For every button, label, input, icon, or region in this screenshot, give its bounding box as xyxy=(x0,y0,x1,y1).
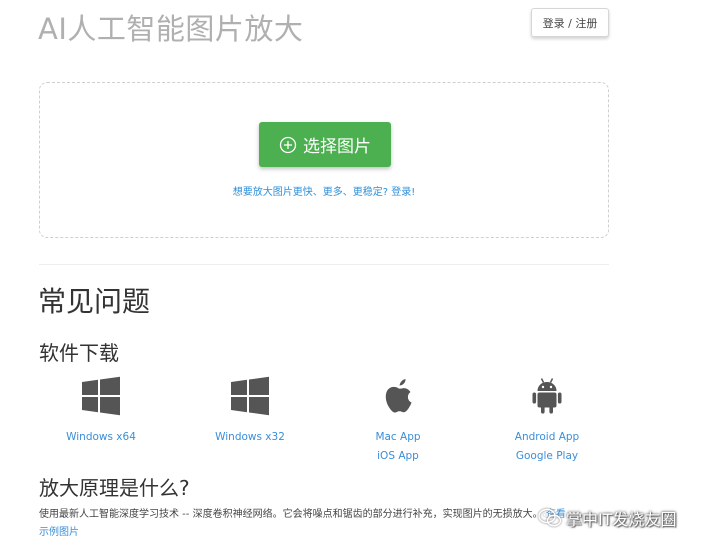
apple-icon[interactable] xyxy=(338,376,458,416)
example-images-link[interactable]: 示例图片 xyxy=(39,527,79,538)
login-register-button[interactable]: 登录 / 注册 xyxy=(531,8,609,37)
windows-icon[interactable] xyxy=(190,376,310,416)
android-icon[interactable] xyxy=(487,376,607,416)
principle-heading: 放大原理是什么? xyxy=(39,476,190,500)
windows-icon[interactable] xyxy=(41,376,161,416)
watermark-text: 掌中IT发烧友圈 xyxy=(566,510,677,529)
select-image-button[interactable]: 选择图片 xyxy=(259,122,391,167)
principle-text: 使用最新人工智能深度学习技术 -- 深度卷积神经网络。它会将噪点和锯齿的部分进行… xyxy=(39,509,543,520)
login-hint-link[interactable]: 想要放大图片更快、更多、更稳定? 登录! xyxy=(40,183,608,198)
download-windows-x64: Windows x64 xyxy=(41,376,161,447)
windows-x32-link[interactable]: Windows x32 xyxy=(190,428,310,447)
windows-x64-link[interactable]: Windows x64 xyxy=(41,428,161,447)
download-android: Android App Google Play xyxy=(487,376,607,466)
select-image-label: 选择图片 xyxy=(303,137,371,157)
wechat-icon xyxy=(538,508,562,527)
principle-description: 使用最新人工智能深度学习技术 -- 深度卷积神经网络。它会将噪点和锯齿的部分进行… xyxy=(39,506,599,542)
mac-app-link[interactable]: Mac App xyxy=(338,428,458,447)
section-divider xyxy=(39,264,609,265)
download-windows-x32: Windows x32 xyxy=(190,376,310,447)
ios-app-link[interactable]: iOS App xyxy=(338,447,458,466)
upload-dropzone[interactable]: 选择图片 想要放大图片更快、更多、更稳定? 登录! xyxy=(39,82,609,238)
plus-circle-icon xyxy=(279,136,297,154)
download-apple: Mac App iOS App xyxy=(338,376,458,466)
watermark: 掌中IT发烧友圈 xyxy=(538,506,677,530)
android-app-link[interactable]: Android App xyxy=(487,428,607,447)
page-title: AI人工智能图片放大 xyxy=(38,12,304,46)
downloads-heading: 软件下载 xyxy=(39,341,119,365)
faq-heading: 常见问题 xyxy=(38,285,151,318)
google-play-link[interactable]: Google Play xyxy=(487,447,607,466)
